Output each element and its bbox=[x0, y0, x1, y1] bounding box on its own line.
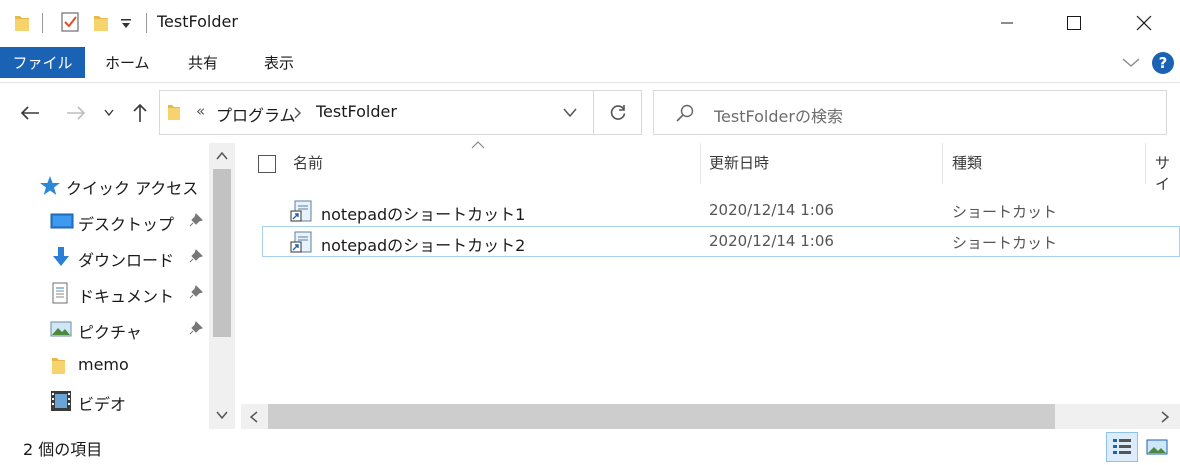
scroll-thumb[interactable] bbox=[268, 404, 1055, 429]
select-all-checkbox[interactable] bbox=[258, 155, 276, 173]
desktop-icon bbox=[50, 210, 74, 232]
shortcut-icon bbox=[290, 230, 314, 254]
up-button[interactable] bbox=[126, 92, 154, 134]
tab-view[interactable]: 表示 bbox=[264, 47, 294, 78]
tab-share[interactable]: 共有 bbox=[188, 47, 218, 78]
breadcrumb-separator-icon[interactable] bbox=[294, 107, 302, 119]
folder-icon bbox=[50, 354, 72, 376]
tab-file[interactable]: ファイル bbox=[0, 47, 85, 78]
arrow-left-icon bbox=[20, 106, 39, 120]
arrow-up-icon bbox=[133, 103, 147, 122]
sidebar-label: ビデオ bbox=[78, 395, 127, 414]
pin-icon[interactable] bbox=[189, 285, 203, 299]
refresh-button[interactable] bbox=[593, 90, 642, 135]
sidebar-item-memo[interactable]: memo bbox=[0, 348, 208, 382]
ribbon-tabs: ファイル ホーム 共有 表示 ? bbox=[0, 46, 1180, 83]
sidebar-label: ドキュメント bbox=[78, 287, 175, 306]
sidebar-label: memo bbox=[78, 355, 129, 374]
sidebar-item-quick-access[interactable]: クイック アクセス bbox=[0, 168, 208, 202]
star-icon bbox=[39, 175, 61, 197]
breadcrumb-overflow[interactable]: « bbox=[196, 102, 205, 120]
pin-icon[interactable] bbox=[189, 213, 203, 227]
file-modified: 2020/12/14 1:06 bbox=[709, 201, 834, 219]
address-bar[interactable]: « プログラム TestFolder bbox=[159, 90, 594, 135]
file-row[interactable]: notepadのショートカット1 2020/12/14 1:06 ショートカット bbox=[262, 195, 1180, 226]
file-type: ショートカット bbox=[952, 203, 1058, 221]
expand-ribbon-icon[interactable] bbox=[1122, 58, 1140, 68]
back-button[interactable] bbox=[16, 92, 44, 134]
refresh-icon bbox=[610, 104, 625, 120]
column-header-size[interactable]: サイ bbox=[1155, 152, 1180, 194]
forward-button[interactable] bbox=[62, 92, 90, 134]
search-icon bbox=[676, 104, 694, 122]
picture-icon bbox=[50, 318, 72, 340]
column-header-type[interactable]: 種類 bbox=[952, 152, 982, 173]
sort-ascending-icon bbox=[471, 141, 485, 149]
shortcut-icon bbox=[290, 199, 314, 223]
pin-icon[interactable] bbox=[189, 321, 203, 335]
column-header-modified[interactable]: 更新日時 bbox=[709, 152, 769, 173]
chevron-down-icon bbox=[104, 109, 114, 117]
folder-icon[interactable] bbox=[14, 13, 30, 33]
help-button[interactable]: ? bbox=[1152, 52, 1174, 74]
file-name[interactable]: notepadのショートカット2 bbox=[321, 232, 525, 256]
scroll-thumb[interactable] bbox=[213, 169, 231, 337]
sidebar-scrollbar[interactable] bbox=[209, 143, 235, 429]
scroll-right-icon[interactable] bbox=[1161, 411, 1169, 423]
breadcrumb-program[interactable]: プログラム bbox=[216, 102, 296, 126]
details-view-button[interactable] bbox=[1106, 432, 1138, 462]
details-view-icon bbox=[1113, 439, 1131, 454]
folder-icon bbox=[167, 102, 181, 122]
sidebar-item-downloads[interactable]: ダウンロード bbox=[0, 240, 208, 274]
sidebar-label: ダウンロード bbox=[78, 251, 175, 270]
document-icon bbox=[50, 282, 72, 304]
search-placeholder: TestFolderの検索 bbox=[714, 107, 843, 126]
close-button[interactable] bbox=[1115, 0, 1173, 46]
file-name[interactable]: notepadのショートカット1 bbox=[321, 201, 525, 225]
recent-locations-button[interactable] bbox=[96, 92, 122, 134]
column-divider[interactable] bbox=[942, 143, 943, 184]
sidebar-item-documents[interactable]: ドキュメント bbox=[0, 276, 208, 310]
title-bar: TestFolder bbox=[0, 0, 1180, 46]
file-type: ショートカット bbox=[952, 234, 1058, 252]
sidebar-item-videos[interactable]: ビデオ bbox=[0, 384, 208, 418]
sidebar-label: クイック アクセス bbox=[66, 179, 199, 198]
sidebar-item-pictures[interactable]: ピクチャ bbox=[0, 312, 208, 346]
column-divider[interactable] bbox=[700, 143, 701, 184]
breadcrumb-testfolder[interactable]: TestFolder bbox=[316, 102, 397, 121]
status-item-count: 2 個の項目 bbox=[23, 440, 103, 459]
scroll-left-icon[interactable] bbox=[250, 411, 258, 423]
pin-icon[interactable] bbox=[189, 249, 203, 263]
sidebar-label: ピクチャ bbox=[78, 323, 142, 342]
customize-quick-access-icon[interactable] bbox=[120, 18, 132, 30]
file-row-selected[interactable]: notepadのショートカット2 2020/12/14 1:06 ショートカット bbox=[262, 226, 1180, 257]
address-dropdown-icon[interactable] bbox=[563, 108, 577, 118]
maximize-button[interactable] bbox=[1045, 0, 1103, 46]
tab-home[interactable]: ホーム bbox=[105, 47, 150, 78]
scroll-down-icon[interactable] bbox=[216, 411, 228, 419]
minimize-button[interactable] bbox=[978, 0, 1036, 46]
search-box[interactable]: TestFolderの検索 bbox=[653, 90, 1167, 135]
column-divider[interactable] bbox=[1145, 143, 1146, 184]
large-icons-view-icon bbox=[1146, 439, 1168, 455]
download-icon bbox=[50, 246, 72, 268]
arrow-right-icon bbox=[67, 106, 86, 120]
sidebar-label: デスクトップ bbox=[78, 215, 175, 234]
window-title: TestFolder bbox=[157, 12, 238, 31]
sidebar-item-desktop[interactable]: デスクトップ bbox=[0, 204, 208, 238]
properties-icon[interactable] bbox=[60, 11, 80, 33]
file-modified: 2020/12/14 1:06 bbox=[709, 232, 834, 250]
scroll-up-icon[interactable] bbox=[216, 152, 228, 160]
new-folder-icon[interactable] bbox=[93, 13, 109, 33]
column-header-name[interactable]: 名前 bbox=[293, 152, 323, 173]
large-icons-view-button[interactable] bbox=[1142, 434, 1172, 460]
video-icon bbox=[50, 390, 72, 412]
